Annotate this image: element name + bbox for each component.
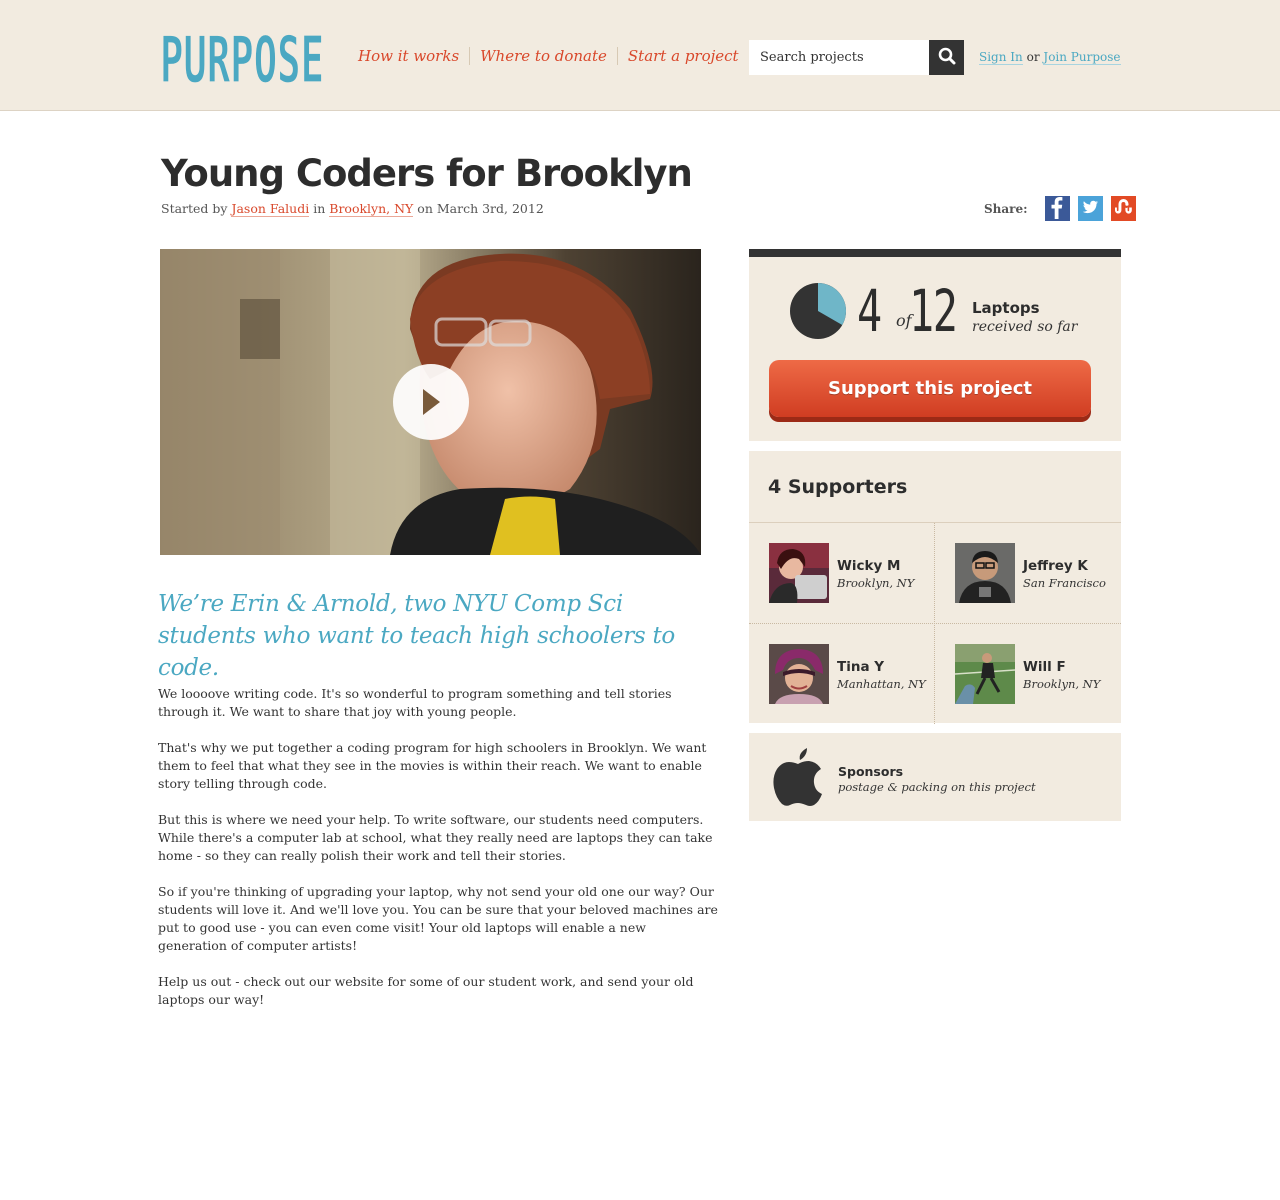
facebook-icon	[1045, 194, 1070, 223]
supporter-name[interactable]: Will F	[1023, 659, 1066, 675]
supporter-location: San Francisco	[1023, 576, 1106, 590]
nav-divider	[616, 47, 618, 65]
search-button[interactable]	[929, 40, 964, 75]
site-header: PURPOSE How it works Where to donate Sta…	[0, 0, 1280, 111]
byline-date: on March 3rd, 2012	[417, 201, 544, 216]
svg-text:PURPOSE: PURPOSE	[160, 26, 324, 86]
supporter-card[interactable]: Tina Y Manhattan, NY	[749, 624, 935, 724]
description-paragraph: Help us out - check out our website for …	[158, 974, 694, 1007]
sponsors-panel: Sponsors postage & packing on this proje…	[749, 733, 1121, 821]
project-byline: Started by Jason Faludi in Brooklyn, NY …	[161, 201, 544, 217]
description-paragraph: But this is where we need your help. To …	[158, 812, 713, 863]
facebook-share-button[interactable]	[1044, 194, 1070, 223]
project-video[interactable]	[160, 249, 701, 555]
supporter-card[interactable]: Will F Brooklyn, NY	[935, 624, 1121, 724]
avatar[interactable]	[769, 543, 829, 603]
count-sub: received so far	[972, 319, 1078, 335]
author-link[interactable]: Jason Faludi	[231, 201, 310, 217]
search-bar	[749, 40, 964, 75]
join-link[interactable]: Join Purpose	[1043, 50, 1121, 65]
location-link[interactable]: Brooklyn, NY	[329, 201, 414, 217]
description-paragraph: So if you're thinking of upgrading your …	[158, 884, 718, 953]
avatar[interactable]	[955, 543, 1015, 603]
progress-pie-chart	[788, 281, 848, 345]
byline-in: in	[313, 201, 326, 216]
description-paragraph: That's why we put together a coding prog…	[158, 740, 707, 791]
stumbleupon-share-button[interactable]	[1110, 194, 1136, 223]
supporter-location: Brooklyn, NY	[837, 576, 915, 590]
supporter-name[interactable]: Wicky M	[837, 558, 900, 574]
sponsors-subtitle: postage & packing on this project	[838, 780, 1036, 794]
play-icon	[421, 388, 441, 416]
supporter-name[interactable]: Jeffrey K	[1023, 558, 1088, 574]
supporters-grid: Wicky M Brooklyn, NY Jeffrey K San Franc…	[749, 522, 1121, 724]
nav-where-to-donate[interactable]: Where to donate	[480, 47, 607, 65]
progress-panel: 4 of 12 Laptops received so far Support …	[749, 249, 1121, 441]
supporters-title: 4 Supporters	[768, 476, 908, 498]
received-count: 4	[857, 277, 882, 345]
project-description: We loooove writing code. It's so wonderf…	[158, 685, 718, 1027]
description-paragraph: We loooove writing code. It's so wonderf…	[158, 686, 672, 719]
byline-started-by: Started by	[161, 201, 228, 216]
nav-how-it-works[interactable]: How it works	[358, 47, 459, 65]
search-input[interactable]	[749, 40, 929, 75]
twitter-share-button[interactable]	[1077, 194, 1103, 223]
share-label: Share:	[984, 201, 1028, 216]
sponsors-title: Sponsors	[838, 764, 904, 779]
support-project-button[interactable]: Support this project	[769, 360, 1091, 417]
share-bar: Share:	[984, 196, 1136, 221]
supporter-location: Manhattan, NY	[837, 677, 926, 691]
project-intro: We’re Erin & Arnold, two NYU Comp Sci st…	[158, 591, 675, 681]
search-icon	[938, 47, 956, 69]
avatar[interactable]	[769, 644, 829, 704]
apple-logo-icon[interactable]	[773, 745, 823, 811]
video-play-button[interactable]	[393, 364, 469, 440]
auth-or: or	[1026, 50, 1040, 64]
main-nav: How it works Where to donate Start a pro…	[358, 47, 739, 65]
stumbleupon-icon	[1111, 194, 1136, 223]
twitter-icon	[1078, 194, 1103, 223]
goal-count: 12	[909, 277, 958, 345]
supporters-panel: 4 Supporters Wicky M Brooklyn, NY Jeffre…	[749, 451, 1121, 724]
count-unit: Laptops	[972, 299, 1040, 317]
supporter-card[interactable]: Wicky M Brooklyn, NY	[749, 523, 935, 623]
supporter-card[interactable]: Jeffrey K San Francisco	[935, 523, 1121, 623]
sign-in-link[interactable]: Sign In	[979, 50, 1023, 65]
supporter-location: Brooklyn, NY	[1023, 677, 1101, 691]
supporter-name[interactable]: Tina Y	[837, 659, 884, 675]
nav-start-a-project[interactable]: Start a project	[628, 47, 739, 65]
nav-divider	[469, 47, 471, 65]
avatar[interactable]	[955, 644, 1015, 704]
page-title: Young Coders for Brooklyn	[161, 152, 693, 195]
auth-links: Sign In or Join Purpose	[979, 50, 1121, 65]
purpose-logo[interactable]: PURPOSE	[160, 26, 325, 86]
